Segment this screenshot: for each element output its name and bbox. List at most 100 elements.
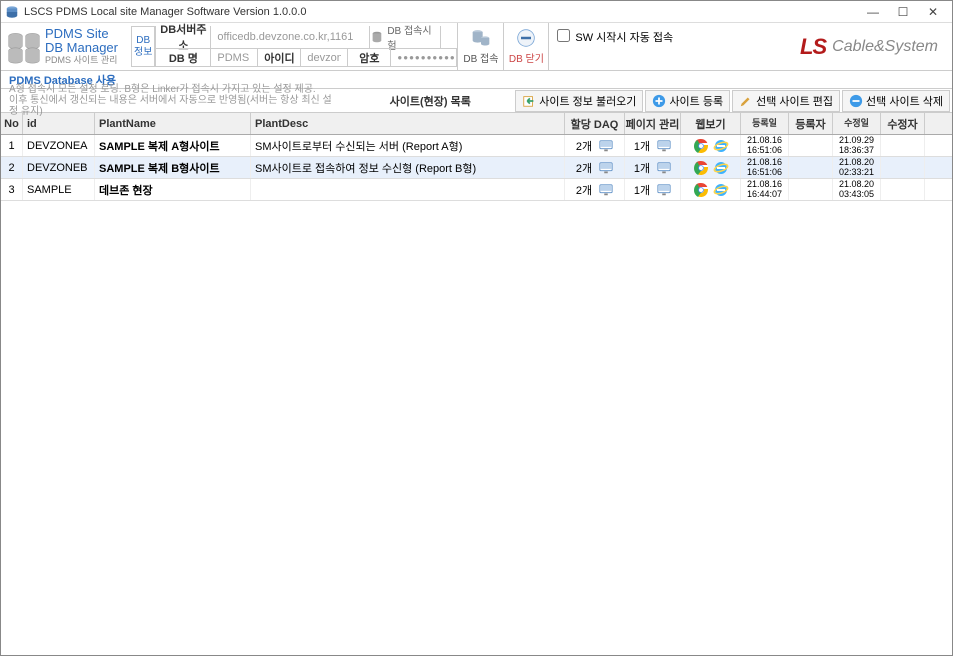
grid-body: 1DEVZONEASAMPLE 복제 A형사이트SM사이트로부터 수신되는 서버… — [1, 135, 952, 201]
window-title: LSCS PDMS Local site Manager Software Ve… — [24, 6, 858, 18]
auto-connect-label: SW 시작시 자동 접속 — [575, 29, 673, 45]
edit-site-button[interactable]: 선택 사이트 편집 — [732, 90, 840, 112]
window-maximize-button[interactable]: ☐ — [888, 2, 918, 22]
table-row[interactable]: 1DEVZONEASAMPLE 복제 A형사이트SM사이트로부터 수신되는 서버… — [1, 135, 952, 157]
cell-plant-name: 데브존 현장 — [95, 179, 251, 200]
window-titlebar: LSCS PDMS Local site Manager Software Ve… — [1, 1, 952, 23]
cell-web — [681, 135, 741, 156]
logo-rest: Cable&System — [832, 38, 938, 56]
cell-page: 1개 — [625, 135, 681, 156]
cell-page: 1개 — [625, 179, 681, 200]
db-connection-fields: DB서버주소 DB 접속시험 DB 명 아이디 암호 ●●●●●●●●●● — [155, 26, 457, 67]
col-mod-by[interactable]: 수정자 — [881, 113, 925, 134]
db-close-icon — [516, 28, 536, 48]
db-test-icon — [370, 30, 384, 44]
db-connect-icon — [471, 28, 491, 48]
cell-mod-date: 21.09.2918:36:37 — [833, 135, 881, 156]
monitor-icon[interactable] — [657, 161, 671, 175]
monitor-icon[interactable] — [599, 183, 613, 197]
add-icon — [652, 94, 666, 108]
cell-reg-date: 21.08.1616:51:06 — [741, 157, 789, 178]
monitor-icon[interactable] — [599, 161, 613, 175]
col-page[interactable]: 페이지 관리 — [625, 113, 681, 134]
brand-line-2: DB Manager — [45, 41, 118, 55]
db-close-button[interactable]: DB 닫기 — [503, 23, 549, 70]
logo-ls: LS — [800, 34, 826, 60]
ie-icon[interactable] — [713, 160, 729, 176]
cell-page: 1개 — [625, 157, 681, 178]
col-plant-desc[interactable]: PlantDesc — [251, 113, 565, 134]
import-icon — [522, 94, 536, 108]
cell-no: 2 — [1, 157, 23, 178]
cell-reg-by — [789, 179, 833, 200]
import-site-button[interactable]: 사이트 정보 불러오기 — [515, 90, 643, 112]
edit-icon — [739, 94, 753, 108]
cell-mod-by — [881, 157, 925, 178]
ie-icon[interactable] — [713, 182, 729, 198]
cell-reg-date: 21.08.1616:44:07 — [741, 179, 789, 200]
cell-plant-desc: SM사이트로부터 수신되는 서버 (Report A형) — [251, 135, 565, 156]
cell-daq: 2개 — [565, 135, 625, 156]
delete-site-button[interactable]: 선택 사이트 삭제 — [842, 90, 950, 112]
col-reg-by[interactable]: 등록자 — [789, 113, 833, 134]
monitor-icon[interactable] — [657, 183, 671, 197]
cell-mod-by — [881, 135, 925, 156]
sub-header: A형 접속시 모든 설정 로딩. B형은 Linker가 접속시 가지고 있는 … — [1, 89, 952, 113]
col-reg-date[interactable]: 등록일 — [741, 113, 789, 134]
cell-id: SAMPLE — [23, 179, 95, 200]
cell-daq: 2개 — [565, 179, 625, 200]
cell-id: DEVZONEB — [23, 157, 95, 178]
db-id-label: 아이디 — [257, 49, 301, 66]
cell-plant-name: SAMPLE 복제 A형사이트 — [95, 135, 251, 156]
auto-connect-option: SW 시작시 자동 접속 — [549, 23, 800, 70]
cell-web — [681, 179, 741, 200]
chrome-icon[interactable] — [693, 182, 709, 198]
col-plant-name[interactable]: PlantName — [95, 113, 251, 134]
db-server-addr-input[interactable] — [211, 26, 369, 48]
col-id[interactable]: id — [23, 113, 95, 134]
table-row[interactable]: 3SAMPLE데브존 현장 2개1개 21.08.1616:44:07 21.08.2… — [1, 179, 952, 201]
cell-no: 3 — [1, 179, 23, 200]
main-toolbar: PDMS Site DB Manager PDMS 사이트 관리 DB정보 DB… — [1, 23, 952, 71]
col-no[interactable]: No — [1, 113, 23, 134]
chrome-icon[interactable] — [693, 138, 709, 154]
window-close-button[interactable]: ✕ — [918, 2, 948, 22]
col-web[interactable]: 웹보기 — [681, 113, 741, 134]
cell-id: DEVZONEA — [23, 135, 95, 156]
brand-line-3: PDMS 사이트 관리 — [45, 56, 118, 66]
db-id-input[interactable] — [301, 49, 347, 66]
db-pw-input[interactable]: ●●●●●●●●●● — [391, 49, 457, 66]
db-name-label: DB 명 — [155, 49, 211, 66]
company-logo: LS Cable&System — [800, 23, 952, 70]
action-buttons: 사이트 정보 불러오기 사이트 등록 선택 사이트 편집 선택 사이트 삭제 — [515, 90, 952, 112]
cell-plant-desc — [251, 179, 565, 200]
grid-header: No id PlantName PlantDesc 할당 DAQ 페이지 관리 … — [1, 113, 952, 135]
col-mod-date[interactable]: 수정일 — [833, 113, 881, 134]
cell-mod-date: 21.08.2003:43:05 — [833, 179, 881, 200]
chrome-icon[interactable] — [693, 160, 709, 176]
db-name-input[interactable] — [211, 49, 257, 66]
cell-mod-by — [881, 179, 925, 200]
db-info-label: DB정보 — [134, 35, 152, 59]
delete-icon — [849, 94, 863, 108]
db-server-addr-label: DB서버주소 — [155, 26, 211, 48]
brand-line-1: PDMS Site — [45, 27, 118, 41]
cell-reg-date: 21.08.1616:51:06 — [741, 135, 789, 156]
table-row[interactable]: 2DEVZONEBSAMPLE 복제 B형사이트SM사이트로 접속하여 정보 수… — [1, 157, 952, 179]
window-minimize-button[interactable]: — — [858, 2, 888, 22]
db-test-button[interactable]: DB 접속시험 — [369, 26, 441, 48]
site-list-title: 사이트(현장) 목록 — [345, 93, 515, 109]
auto-connect-checkbox[interactable] — [557, 29, 570, 42]
cell-reg-by — [789, 135, 833, 156]
db-connect-button[interactable]: DB 접속 — [457, 23, 503, 70]
col-daq[interactable]: 할당 DAQ — [565, 113, 625, 134]
db-info-label-box: DB정보 — [131, 26, 155, 67]
cell-no: 1 — [1, 135, 23, 156]
ie-icon[interactable] — [713, 138, 729, 154]
monitor-icon[interactable] — [657, 139, 671, 153]
database-stack-icon — [7, 30, 41, 64]
add-site-button[interactable]: 사이트 등록 — [645, 90, 730, 112]
cell-plant-name: SAMPLE 복제 B형사이트 — [95, 157, 251, 178]
cell-plant-desc: SM사이트로 접속하여 정보 수신형 (Report B형) — [251, 157, 565, 178]
monitor-icon[interactable] — [599, 139, 613, 153]
